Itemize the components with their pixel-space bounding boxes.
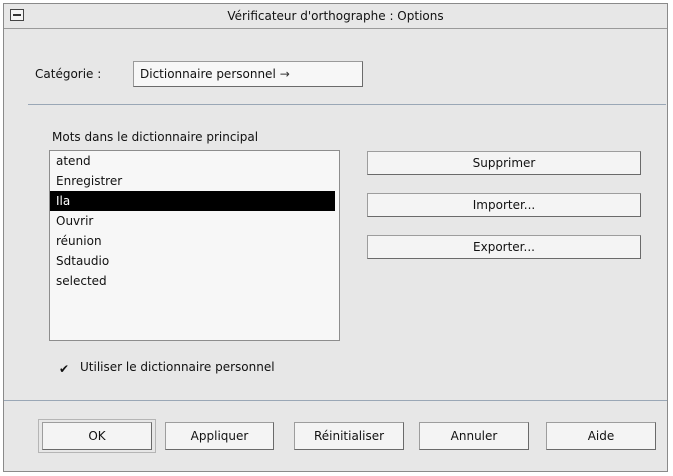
main-dictionary-words-label: Mots dans le dictionnaire principal <box>52 130 259 144</box>
use-personal-dictionary-checkbox[interactable]: ✔ <box>59 363 71 375</box>
import-button[interactable]: Importer... <box>367 193 641 217</box>
export-button[interactable]: Exporter... <box>367 235 641 259</box>
window-title: Vérificateur d'orthographe : Options <box>227 9 444 23</box>
list-item[interactable]: Sdtaudio <box>50 251 339 271</box>
use-personal-dictionary-label: Utiliser le dictionnaire personnel <box>80 360 275 374</box>
help-button[interactable]: Aide <box>546 422 656 450</box>
category-selected-value: Dictionnaire personnel <box>140 67 276 81</box>
category-label: Catégorie : <box>35 67 102 81</box>
menu-arrow-icon: → <box>279 67 290 81</box>
list-item[interactable]: selected <box>50 271 339 291</box>
title-bar[interactable]: Vérificateur d'orthographe : Options <box>4 4 667 29</box>
ok-button[interactable]: OK <box>42 422 152 450</box>
category-menu-button[interactable]: Dictionnaire personnel → <box>133 61 363 87</box>
top-separator <box>28 104 666 105</box>
cancel-button[interactable]: Annuler <box>419 422 529 450</box>
apply-button[interactable]: Appliquer <box>165 422 274 450</box>
list-item[interactable]: Enregistrer <box>50 171 339 191</box>
delete-button[interactable]: Supprimer <box>367 151 641 175</box>
list-item[interactable]: atend <box>50 151 339 171</box>
reset-button[interactable]: Réinitialiser <box>294 422 404 450</box>
list-item[interactable]: réunion <box>50 231 339 251</box>
spell-checker-options-dialog: Vérificateur d'orthographe : Options Cat… <box>3 3 668 472</box>
dictionary-word-list[interactable]: atend Enregistrer Ila Ouvrir réunion Sdt… <box>49 150 340 341</box>
list-item-selected[interactable]: Ila <box>50 191 335 211</box>
list-item[interactable]: Ouvrir <box>50 211 339 231</box>
footer-separator <box>4 400 667 401</box>
